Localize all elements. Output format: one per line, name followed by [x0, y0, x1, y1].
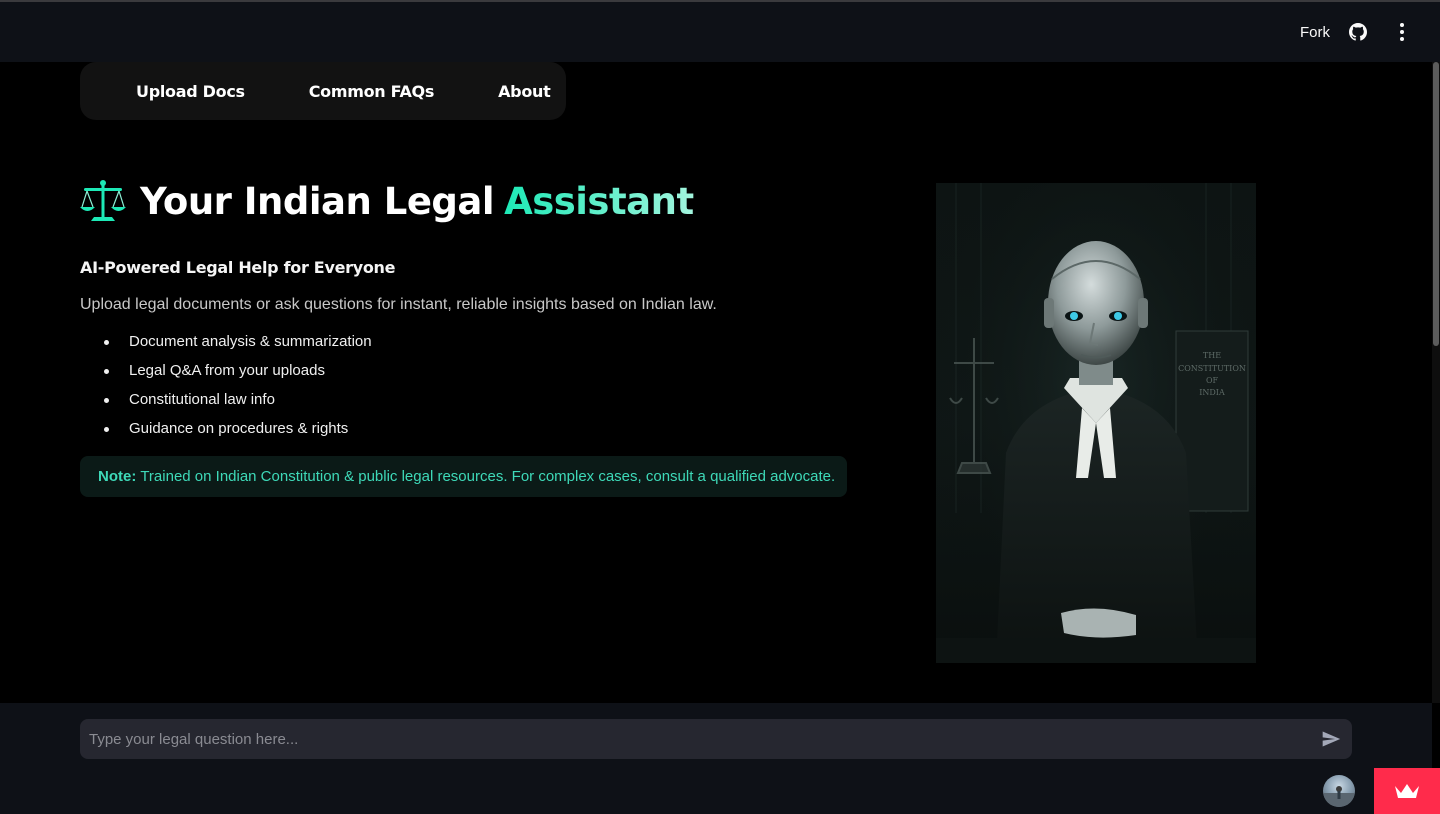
avatar[interactable]	[1323, 775, 1355, 807]
kebab-menu-icon[interactable]	[1390, 20, 1414, 44]
description: Upload legal documents or ask questions …	[80, 296, 717, 313]
svg-text:CONSTITUTION: CONSTITUTION	[1178, 364, 1246, 373]
page-title: Your Indian Legal Assistant	[80, 176, 694, 226]
scales-icon	[80, 180, 126, 221]
header-actions: Fork	[1300, 2, 1440, 62]
crown-icon[interactable]	[1374, 768, 1440, 814]
note-banner: Note: Trained on Indian Constitution & p…	[80, 456, 847, 497]
send-icon[interactable]	[1321, 729, 1341, 749]
note-text: Trained on Indian Constitution & public …	[140, 468, 836, 485]
list-item: Constitutional law info	[104, 390, 372, 419]
fork-button[interactable]: Fork	[1300, 24, 1330, 41]
app-header: Fork	[0, 2, 1440, 62]
title-main-text: Your Indian Legal	[140, 179, 495, 223]
svg-text:THE: THE	[1203, 351, 1221, 360]
scrollbar[interactable]	[1432, 62, 1440, 703]
title-accent-text: Assistant	[504, 179, 694, 223]
scrollbar-thumb[interactable]	[1433, 62, 1439, 346]
github-icon[interactable]	[1348, 22, 1368, 42]
note-label: Note:	[98, 468, 137, 485]
list-item: Document analysis & summarization	[104, 332, 372, 361]
chat-input[interactable]	[80, 719, 1352, 759]
nav-common-faqs[interactable]: Common FAQs	[309, 82, 435, 101]
svg-text:INDIA: INDIA	[1199, 388, 1225, 397]
subtitle: AI-Powered Legal Help for Everyone	[80, 258, 396, 277]
robot-lawyer-illustration: THE CONSTITUTION OF INDIA	[936, 183, 1256, 663]
feature-list: Document analysis & summarization Legal …	[104, 332, 372, 448]
nav-upload-docs[interactable]: Upload Docs	[136, 82, 245, 101]
top-navbar: Upload Docs Common FAQs About	[80, 62, 566, 120]
svg-text:OF: OF	[1206, 376, 1219, 385]
list-item: Guidance on procedures & rights	[104, 419, 372, 448]
list-item: Legal Q&A from your uploads	[104, 361, 372, 390]
nav-about[interactable]: About	[498, 82, 551, 101]
